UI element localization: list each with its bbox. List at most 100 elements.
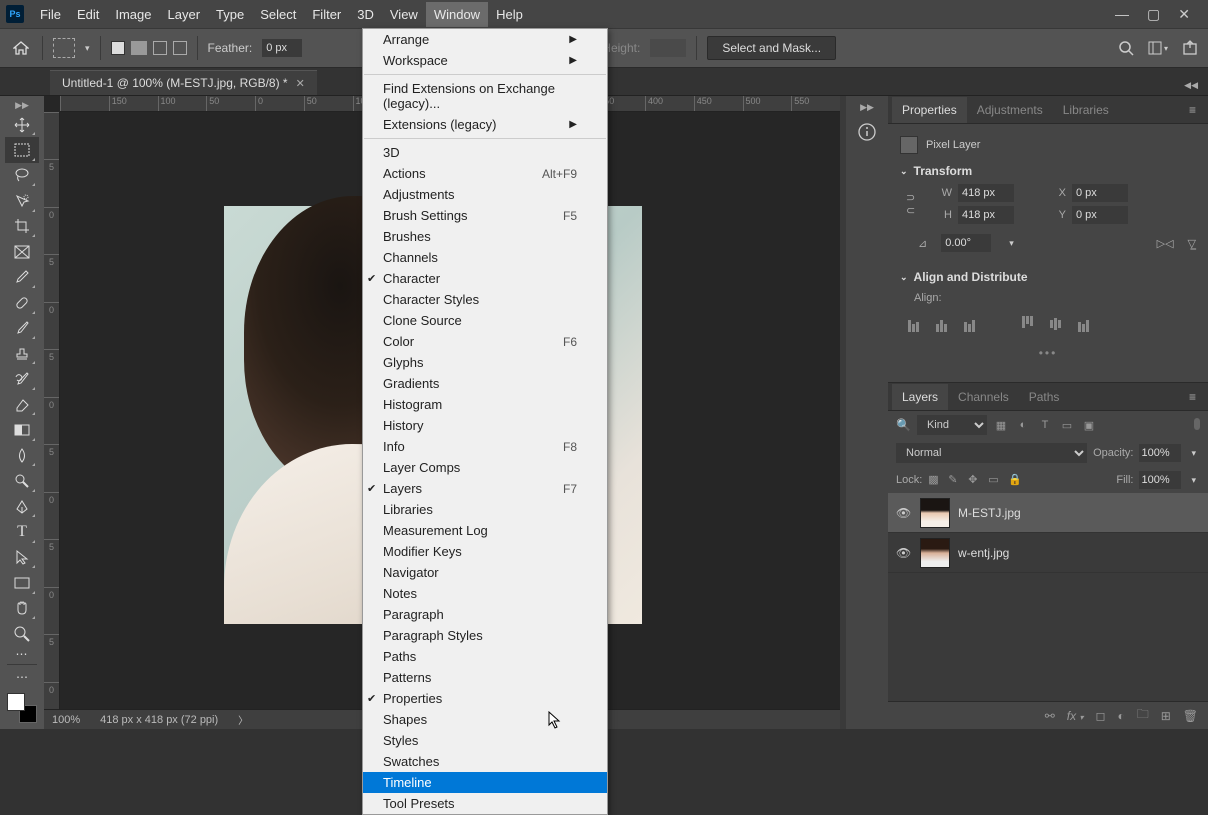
workspace-icon[interactable]: ▾ (1148, 41, 1168, 55)
path-select-tool[interactable] (5, 545, 39, 570)
link-wh-icon[interactable]: ⊃⊂ (906, 191, 930, 217)
menu-image[interactable]: Image (107, 2, 159, 27)
fill-chevron-icon[interactable]: ▾ (1187, 475, 1200, 486)
menu-item-brush-settings[interactable]: Brush SettingsF5 (363, 205, 607, 226)
align-top-icon[interactable] (1018, 316, 1036, 332)
more-options-icon[interactable]: ••• (900, 340, 1196, 366)
home-button[interactable] (10, 38, 32, 58)
menu-select[interactable]: Select (252, 2, 304, 27)
selection-intersect-icon[interactable] (173, 41, 187, 55)
angle-input[interactable] (941, 234, 991, 252)
filter-shape-icon[interactable]: ▭ (1059, 417, 1075, 433)
layer-item[interactable]: 👁M-ESTJ.jpg (888, 493, 1208, 533)
tab-libraries[interactable]: Libraries (1053, 97, 1119, 123)
opacity-chevron-icon[interactable]: ▾ (1187, 448, 1200, 459)
align-left-icon[interactable] (904, 316, 922, 332)
menu-edit[interactable]: Edit (69, 2, 107, 27)
menu-item-tool-presets[interactable]: Tool Presets (363, 793, 607, 814)
align-section[interactable]: ⌄Align and Distribute (900, 264, 1196, 290)
menu-window[interactable]: Window (426, 2, 488, 27)
menu-item-gradients[interactable]: Gradients (363, 373, 607, 394)
doc-info-chevron-icon[interactable]: 〉 (238, 712, 248, 727)
edit-toolbar-icon[interactable]: ⋯ (5, 667, 39, 687)
zoom-value[interactable]: 100% (52, 714, 80, 726)
panel-menu-icon[interactable]: ≡ (1181, 99, 1204, 121)
crop-tool[interactable] (5, 214, 39, 239)
filter-smart-icon[interactable]: ▣ (1081, 417, 1097, 433)
menu-help[interactable]: Help (488, 2, 531, 27)
panel-collapse-icon[interactable]: ◀◀ (1174, 76, 1208, 95)
transform-section[interactable]: ⌄Transform (900, 158, 1196, 184)
history-brush-tool[interactable] (5, 366, 39, 391)
menu-file[interactable]: File (32, 2, 69, 27)
stamp-tool[interactable] (5, 341, 39, 366)
align-vcenter-icon[interactable] (1046, 316, 1064, 332)
menu-item-paragraph[interactable]: Paragraph (363, 604, 607, 625)
menu-item-character[interactable]: ✔Character (363, 268, 607, 289)
angle-chevron-icon[interactable]: ▾ (1005, 238, 1018, 249)
menu-item-patterns[interactable]: Patterns (363, 667, 607, 688)
visibility-icon[interactable]: 👁 (896, 506, 912, 520)
filter-type-icon[interactable]: T (1037, 417, 1053, 433)
menu-item-character-styles[interactable]: Character Styles (363, 289, 607, 310)
layer-thumbnail[interactable] (920, 538, 950, 568)
menu-layer[interactable]: Layer (160, 2, 209, 27)
color-swatches[interactable] (1, 687, 43, 729)
x-input[interactable] (1072, 184, 1128, 202)
menu-item-workspace[interactable]: Workspace▶ (363, 50, 607, 71)
menu-item-adjustments[interactable]: Adjustments (363, 184, 607, 205)
close-tab-icon[interactable]: ✕ (296, 77, 305, 90)
menu-item-navigator[interactable]: Navigator (363, 562, 607, 583)
lock-pixels-icon[interactable]: ✎ (948, 473, 962, 487)
toolbar-more[interactable]: ⋯ (5, 647, 39, 663)
select-and-mask-button[interactable]: Select and Mask... (707, 36, 836, 60)
feather-input[interactable] (262, 39, 302, 57)
tab-paths[interactable]: Paths (1019, 384, 1070, 410)
menu-item-channels[interactable]: Channels (363, 247, 607, 268)
menu-item-find-extensions-on-exchange-legacy-[interactable]: Find Extensions on Exchange (legacy)... (363, 78, 607, 114)
foreground-swatch[interactable] (7, 693, 25, 711)
zoom-tool[interactable] (5, 621, 39, 646)
hand-tool[interactable] (5, 596, 39, 621)
menu-item-timeline[interactable]: Timeline (363, 772, 607, 793)
layers-menu-icon[interactable]: ≡ (1181, 386, 1204, 408)
selection-subtract-icon[interactable] (153, 41, 167, 55)
gradient-tool[interactable] (5, 417, 39, 442)
pen-tool[interactable] (5, 494, 39, 519)
close-button[interactable]: ✕ (1178, 6, 1190, 23)
filter-pixel-icon[interactable]: ▦ (993, 417, 1009, 433)
menu-item-glyphs[interactable]: Glyphs (363, 352, 607, 373)
lock-all-icon[interactable]: 🔒 (1008, 473, 1022, 487)
layer-item[interactable]: 👁w-entj.jpg (888, 533, 1208, 573)
align-hcenter-icon[interactable] (932, 316, 950, 332)
tab-channels[interactable]: Channels (948, 384, 1019, 410)
menu-item-histogram[interactable]: Histogram (363, 394, 607, 415)
eyedropper-tool[interactable] (5, 265, 39, 290)
menu-item-styles[interactable]: Styles (363, 730, 607, 751)
lock-artboard-icon[interactable]: ▭ (988, 473, 1002, 487)
menu-item-arrange[interactable]: Arrange▶ (363, 29, 607, 50)
new-layer-icon[interactable]: ⊞ (1161, 709, 1171, 723)
doc-info[interactable]: 418 px x 418 px (72 ppi) (100, 714, 218, 726)
flip-h-icon[interactable]: ▷◁ (1157, 237, 1174, 250)
menu-item-layers[interactable]: ✔LayersF7 (363, 478, 607, 499)
menu-item-layer-comps[interactable]: Layer Comps (363, 457, 607, 478)
visibility-icon[interactable]: 👁 (896, 546, 912, 560)
menu-3d[interactable]: 3D (349, 2, 382, 27)
marquee-tool[interactable] (5, 137, 39, 162)
panel-expand-icon[interactable]: ▶▶ (860, 102, 874, 114)
menu-item-measurement-log[interactable]: Measurement Log (363, 520, 607, 541)
menu-item-history[interactable]: History (363, 415, 607, 436)
align-bottom-icon[interactable] (1074, 316, 1092, 332)
delete-layer-icon[interactable]: 🗑 (1183, 709, 1198, 723)
height-input[interactable] (958, 206, 1014, 224)
eraser-tool[interactable] (5, 392, 39, 417)
shape-tool[interactable] (5, 570, 39, 595)
opacity-input[interactable] (1139, 444, 1181, 462)
y-input[interactable] (1072, 206, 1128, 224)
filter-toggle-icon[interactable] (1194, 418, 1200, 430)
menu-item-paths[interactable]: Paths (363, 646, 607, 667)
tab-layers[interactable]: Layers (892, 384, 948, 410)
menu-item-3d[interactable]: 3D (363, 142, 607, 163)
menu-item-swatches[interactable]: Swatches (363, 751, 607, 772)
